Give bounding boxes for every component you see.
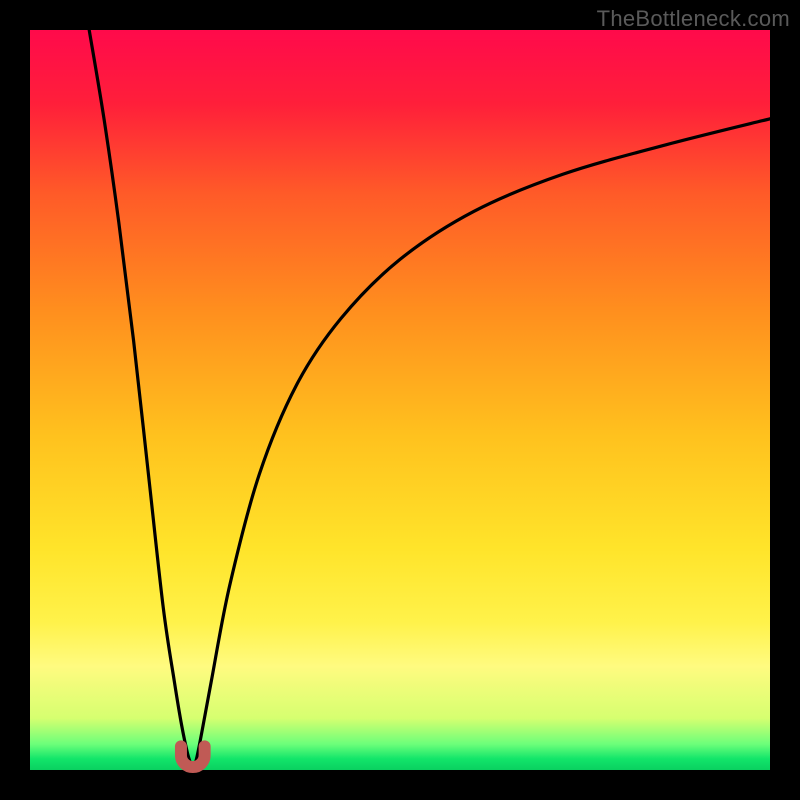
bottleneck-curve-chart [0, 0, 800, 800]
attribution-watermark: TheBottleneck.com [597, 6, 790, 32]
